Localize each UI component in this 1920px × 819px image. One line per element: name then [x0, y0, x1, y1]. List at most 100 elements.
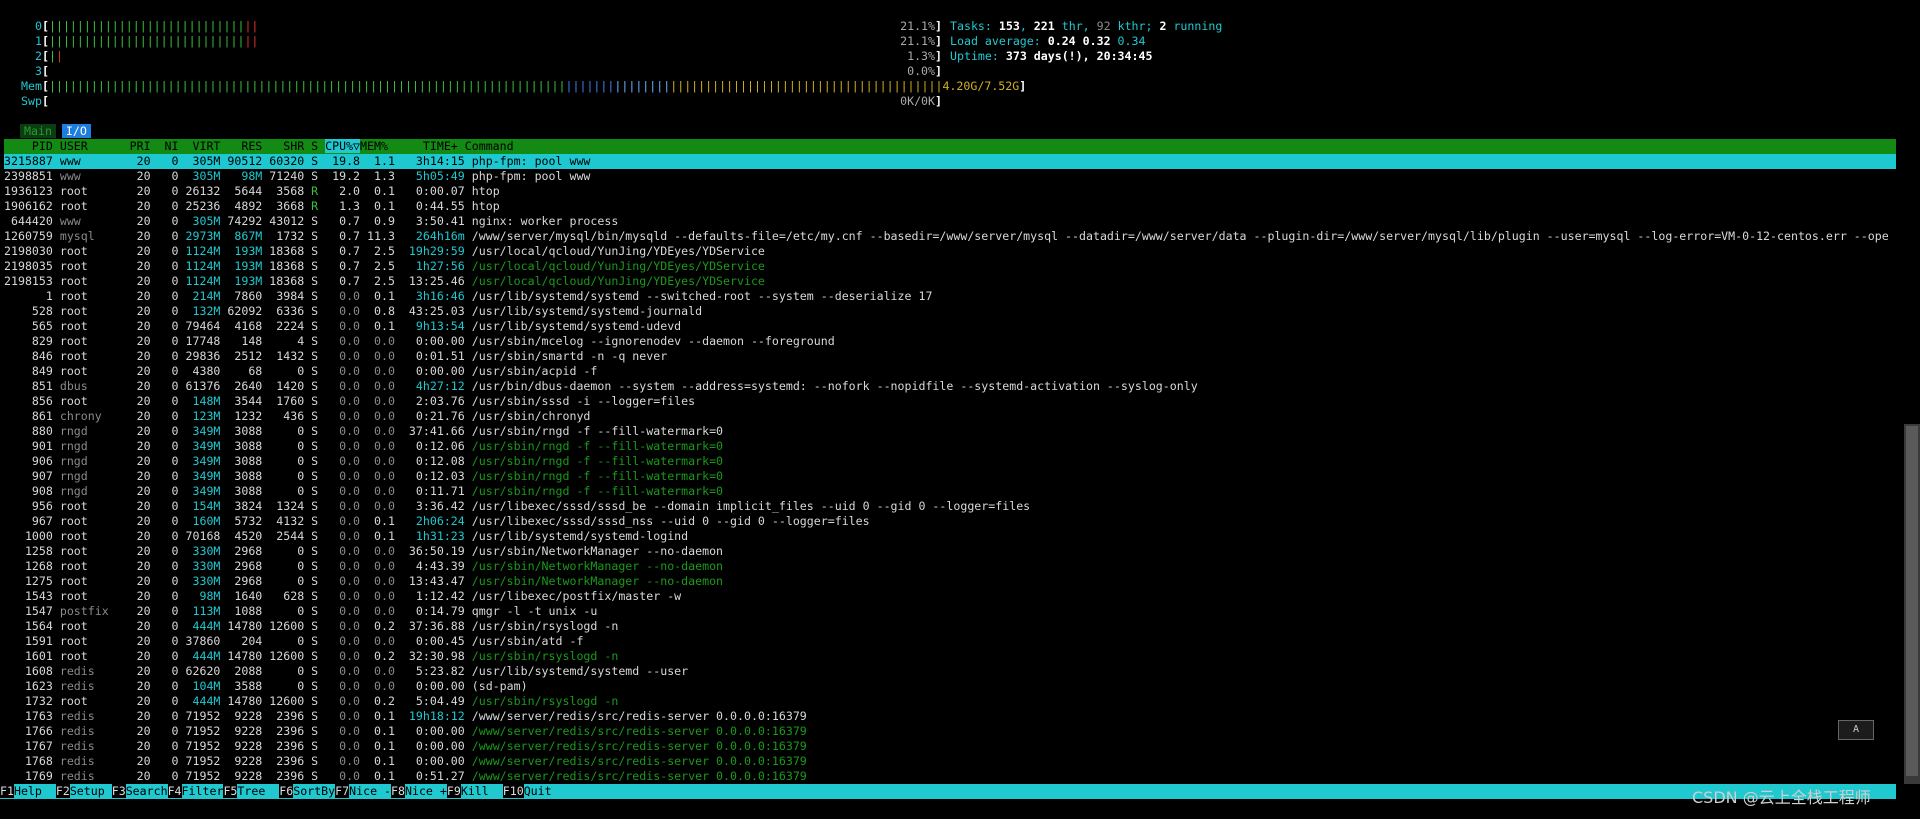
- cell-time: 264h16m: [401, 229, 472, 243]
- cell-time: 3:36.42: [401, 499, 472, 513]
- cell-pid: 856: [4, 394, 60, 408]
- cell-cmd: /www/server/redis/src/redis-server 0.0.0…: [471, 724, 807, 738]
- table-row[interactable]: 3215887 www 20 0 305M 90512 60320 S 19.8…: [4, 154, 1896, 169]
- table-row[interactable]: 565 root 20 0 79464 4168 2224 S 0.0 0.1 …: [4, 319, 1896, 334]
- cell-res: 193M: [227, 274, 270, 288]
- table-row[interactable]: 906 rngd 20 0 349M 3088 0 S 0.0 0.0 0:12…: [4, 454, 1896, 469]
- table-row[interactable]: 1 root 20 0 214M 7860 3984 S 0.0 0.1 3h1…: [4, 289, 1896, 304]
- cell-time: 13:25.46: [401, 274, 472, 288]
- cell-pid: 2198153: [4, 274, 60, 288]
- fkey-f9[interactable]: F9: [446, 784, 461, 798]
- table-row[interactable]: 861 chrony 20 0 123M 1232 436 S 0.0 0.0 …: [4, 409, 1896, 424]
- table-row[interactable]: 2398851 www 20 0 305M 98M 71240 S 19.2 1…: [4, 169, 1896, 184]
- cell-res: 3088: [227, 439, 270, 453]
- cell-cpu: 0.0: [325, 544, 368, 558]
- table-row[interactable]: 1591 root 20 0 37860 204 0 S 0.0 0.0 0:0…: [4, 634, 1896, 649]
- cell-res: 3824: [227, 499, 270, 513]
- fkey-f6[interactable]: F6: [279, 784, 294, 798]
- table-row[interactable]: 856 root 20 0 148M 3544 1760 S 0.0 0.0 2…: [4, 394, 1896, 409]
- fkey-f2[interactable]: F2: [55, 784, 70, 798]
- table-row[interactable]: 908 rngd 20 0 349M 3088 0 S 0.0 0.0 0:11…: [4, 484, 1896, 499]
- cell-pid: 1732: [4, 694, 60, 708]
- cell-user: root: [59, 304, 130, 318]
- fkey-f7[interactable]: F7: [335, 784, 350, 798]
- cell-pri: 20: [129, 259, 158, 273]
- table-row[interactable]: 1732 root 20 0 444M 14780 12600 S 0.0 0.…: [4, 694, 1896, 709]
- fkey-label: Setup: [69, 784, 112, 798]
- table-row[interactable]: 1769 redis 20 0 71952 9228 2396 S 0.0 0.…: [4, 769, 1896, 784]
- cell-pid: 565: [4, 319, 60, 333]
- table-row[interactable]: 2198035 root 20 0 1124M 193M 18368 S 0.7…: [4, 259, 1896, 274]
- cell-time: 19h29:59: [401, 244, 472, 258]
- cell-pid: 1906162: [4, 199, 60, 213]
- cell-time: 0:51.27: [401, 769, 472, 783]
- table-row[interactable]: 907 rngd 20 0 349M 3088 0 S 0.0 0.0 0:12…: [4, 469, 1896, 484]
- fkey-f3[interactable]: F3: [111, 784, 126, 798]
- table-row[interactable]: 1623 redis 20 0 104M 3588 0 S 0.0 0.0 0:…: [4, 679, 1896, 694]
- table-row[interactable]: 1564 root 20 0 444M 14780 12600 S 0.0 0.…: [4, 619, 1896, 634]
- fkey-f8[interactable]: F8: [391, 784, 405, 798]
- cell-pri: 20: [129, 199, 158, 213]
- cell-cpu: 0.7: [325, 229, 368, 243]
- process-list[interactable]: 3215887 www 20 0 305M 90512 60320 S 19.8…: [4, 154, 1896, 784]
- table-row[interactable]: 528 root 20 0 132M 62092 6336 S 0.0 0.8 …: [4, 304, 1896, 319]
- cell-cmd: /usr/lib/systemd/systemd --user: [471, 664, 689, 678]
- cell-time: 0:12.08: [401, 454, 472, 468]
- cell-time: 5:23.82: [401, 664, 472, 678]
- table-row[interactable]: 644420 www 20 0 305M 74292 43012 S 0.7 0…: [4, 214, 1896, 229]
- cell-user: rngd: [59, 484, 130, 498]
- table-row[interactable]: 2198153 root 20 0 1124M 193M 18368 S 0.7…: [4, 274, 1896, 289]
- table-row[interactable]: 1260759 mysql 20 0 2973M 867M 1732 S 0.7…: [4, 229, 1896, 244]
- table-row[interactable]: 1000 root 20 0 70168 4520 2544 S 0.0 0.1…: [4, 529, 1896, 544]
- fkey-label: Nice -: [349, 784, 392, 798]
- table-row[interactable]: 1268 root 20 0 330M 2968 0 S 0.0 0.0 4:4…: [4, 559, 1896, 574]
- cell-virt: 26132: [185, 184, 228, 198]
- table-row[interactable]: 1766 redis 20 0 71952 9228 2396 S 0.0 0.…: [4, 724, 1896, 739]
- table-row[interactable]: 967 root 20 0 160M 5732 4132 S 0.0 0.1 2…: [4, 514, 1896, 529]
- fkey-f10[interactable]: F10: [502, 784, 524, 798]
- table-row[interactable]: 1608 redis 20 0 62620 2088 0 S 0.0 0.0 5…: [4, 664, 1896, 679]
- cell-mem: 0.9: [367, 214, 402, 228]
- table-row[interactable]: 846 root 20 0 29836 2512 1432 S 0.0 0.0 …: [4, 349, 1896, 364]
- cell-shr: 18368: [269, 244, 312, 258]
- table-row[interactable]: 1275 root 20 0 330M 2968 0 S 0.0 0.0 13:…: [4, 574, 1896, 589]
- table-row[interactable]: 1258 root 20 0 330M 2968 0 S 0.0 0.0 36:…: [4, 544, 1896, 559]
- cell-pid: 1268: [4, 559, 60, 573]
- table-row[interactable]: 1767 redis 20 0 71952 9228 2396 S 0.0 0.…: [4, 739, 1896, 754]
- fkey-f5[interactable]: F5: [223, 784, 238, 798]
- table-row[interactable]: 849 root 20 0 4380 68 0 S 0.0 0.0 0:00.0…: [4, 364, 1896, 379]
- table-row[interactable]: 851 dbus 20 0 61376 2640 1420 S 0.0 0.0 …: [4, 379, 1896, 394]
- table-row[interactable]: 1768 redis 20 0 71952 9228 2396 S 0.0 0.…: [4, 754, 1896, 769]
- table-row[interactable]: 901 rngd 20 0 349M 3088 0 S 0.0 0.0 0:12…: [4, 439, 1896, 454]
- cell-virt: 349M: [185, 454, 228, 468]
- cell-cmd: /www/server/redis/src/redis-server 0.0.0…: [471, 754, 807, 768]
- table-row[interactable]: 956 root 20 0 154M 3824 1324 S 0.0 0.0 3…: [4, 499, 1896, 514]
- tab-io[interactable]: I/O: [61, 124, 91, 138]
- cell-ni: 0: [157, 184, 186, 198]
- table-row[interactable]: 1547 postfix 20 0 113M 1088 0 S 0.0 0.0 …: [4, 604, 1896, 619]
- table-row[interactable]: 1936123 root 20 0 26132 5644 3568 R 2.0 …: [4, 184, 1896, 199]
- cell-cmd: /usr/lib/systemd/systemd-udevd: [471, 319, 682, 333]
- cell-mem: 0.8: [367, 304, 402, 318]
- cell-shr: 2396: [269, 709, 312, 723]
- uptime-line: Uptime: 373 days(!), 20:34:45: [950, 49, 1153, 63]
- fkey-f1[interactable]: F1: [0, 784, 14, 798]
- table-row[interactable]: 880 rngd 20 0 349M 3088 0 S 0.0 0.0 37:4…: [4, 424, 1896, 439]
- cell-mem: 0.0: [367, 334, 402, 348]
- cell-cpu: 0.0: [325, 679, 368, 693]
- cell-mem: 0.0: [367, 679, 402, 693]
- cell-mem: 0.1: [367, 529, 402, 543]
- table-row[interactable]: 1543 root 20 0 98M 1640 628 S 0.0 0.0 1:…: [4, 589, 1896, 604]
- scrollbar-thumb[interactable]: [1906, 426, 1918, 776]
- table-row[interactable]: 1906162 root 20 0 25236 4892 3668 R 1.3 …: [4, 199, 1896, 214]
- tab-main[interactable]: Main: [20, 124, 56, 138]
- cell-pid: 1768: [4, 754, 60, 768]
- cell-mem: 0.0: [367, 634, 402, 648]
- table-row[interactable]: 1601 root 20 0 444M 14780 12600 S 0.0 0.…: [4, 649, 1896, 664]
- cell-virt: 444M: [185, 619, 228, 633]
- table-row[interactable]: 829 root 20 0 17748 148 4 S 0.0 0.0 0:00…: [4, 334, 1896, 349]
- fkey-f4[interactable]: F4: [167, 784, 182, 798]
- cell-time: 36:50.19: [401, 544, 472, 558]
- table-row[interactable]: 1763 redis 20 0 71952 9228 2396 S 0.0 0.…: [4, 709, 1896, 724]
- table-row[interactable]: 2198030 root 20 0 1124M 193M 18368 S 0.7…: [4, 244, 1896, 259]
